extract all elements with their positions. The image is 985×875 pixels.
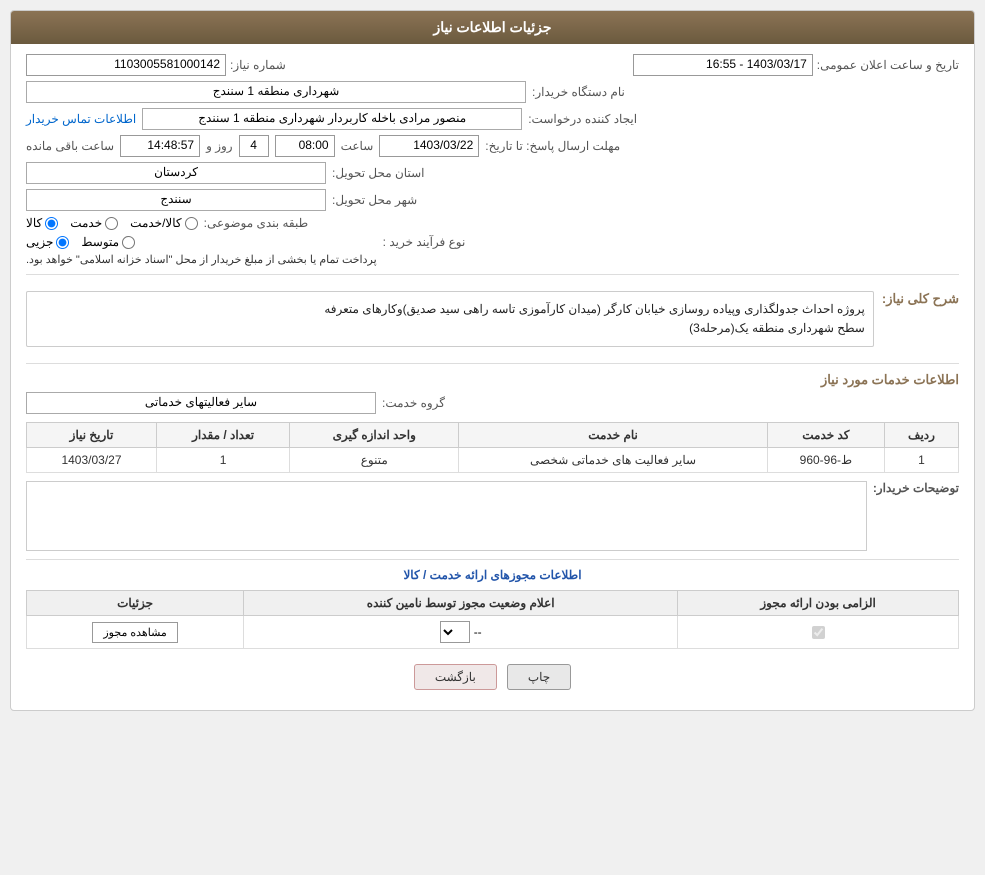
shahr-label: شهر محل تحویل: [332, 193, 417, 207]
majoz-elam-value: -- [474, 625, 482, 639]
grohe-khadamat-label: گروه خدمت: [382, 396, 445, 410]
farayand-jozi[interactable]: جزیی [26, 235, 69, 249]
table-row: 1 ط-96-960 سایر فعالیت های خدماتی شخصی م… [27, 448, 959, 473]
mohlat-roz: 4 [239, 135, 269, 157]
tawzih-label: توضیحات خریدار: [873, 481, 959, 495]
col-vahed: واحد اندازه گیری [290, 423, 459, 448]
col-kod: کد خدمت [767, 423, 884, 448]
shomare-niaz-label: شماره نیاز: [230, 58, 286, 72]
back-button[interactable]: بازگشت [414, 664, 497, 690]
majoz-elam-select[interactable]: ∨ [440, 621, 470, 643]
sharh-title: شرح کلی نیاز: [882, 291, 959, 307]
mohlat-mande: 14:48:57 [120, 135, 200, 157]
majoz-row: -- ∨ مشاهده مجوز [27, 616, 959, 649]
majoz-elzami-cell [678, 616, 959, 649]
taarikh-elaan-value: 1403/03/17 - 16:55 [633, 54, 813, 76]
tasnif-kala-khadamat[interactable]: کالا/خدمت [130, 216, 197, 230]
tamas-khardar-link[interactable]: اطلاعات تماس خریدار [26, 112, 136, 126]
cell-vahed: متنوع [290, 448, 459, 473]
col-naam: نام خدمت [459, 423, 768, 448]
tasnif-kala-khadamat-radio[interactable] [185, 217, 198, 230]
majoz-col-elam: اعلام وضعیت مجوز توسط نامین کننده [244, 591, 678, 616]
nam-dastgah-label: نام دستگاه خریدار: [532, 85, 625, 99]
mohlat-saat: 08:00 [275, 135, 335, 157]
mohlat-mande-label: ساعت باقی مانده [26, 139, 114, 153]
ostan-label: استان محل تحویل: [332, 166, 424, 180]
col-tarikh: تاریخ نیاز [27, 423, 157, 448]
majoz-table: الزامی بودن ارائه مجوز اعلام وضعیت مجوز … [26, 590, 959, 649]
tasnif-kala[interactable]: کالا [26, 216, 58, 230]
majoz-elzami-checkbox [812, 626, 825, 639]
majoz-title: اطلاعات مجوزهای ارائه خدمت / کالا [26, 568, 959, 582]
tasnif-khadamat-radio[interactable] [105, 217, 118, 230]
tasnif-label: طبقه بندی موضوعی: [204, 216, 309, 230]
button-row: چاپ بازگشت [26, 664, 959, 690]
taarikh-elaan-label: تاریخ و ساعت اعلان عمومی: [817, 58, 959, 72]
tasnif-khadamat[interactable]: خدمت [70, 216, 118, 230]
majoz-elam-cell: -- ∨ [244, 616, 678, 649]
shahr-value: سنندج [26, 189, 326, 211]
print-button[interactable]: چاپ [507, 664, 571, 690]
grohe-khadamat-value: سایر فعالیتهای خدماتی [26, 392, 376, 414]
farayand-mottavasset-radio[interactable] [122, 236, 135, 249]
khadamat-table-section: ردیف کد خدمت نام خدمت واحد اندازه گیری ت… [26, 422, 959, 473]
sharh-text-line2: سطح شهرداری منطقه یک(مرحله3) [35, 319, 865, 338]
cell-naam: سایر فعالیت های خدماتی شخصی [459, 448, 768, 473]
majoz-table-section: الزامی بودن ارائه مجوز اعلام وضعیت مجوز … [26, 590, 959, 649]
col-tedad: تعداد / مقدار [156, 423, 289, 448]
farayand-label: نوع فرآیند خرید : [383, 235, 466, 249]
tasnif-kala-radio[interactable] [45, 217, 58, 230]
tasnif-khadamat-label: خدمت [70, 216, 102, 230]
majoz-joziyat-cell: مشاهده مجوز [27, 616, 244, 649]
page-title: جزئیات اطلاعات نیاز [11, 11, 974, 44]
farayand-note: پرداخت تمام یا بخشی از مبلغ خریدار از مح… [26, 253, 377, 266]
nam-dastgah-value: شهرداری منطقه 1 سنندج [26, 81, 526, 103]
khadamat-table: ردیف کد خدمت نام خدمت واحد اندازه گیری ت… [26, 422, 959, 473]
mohlat-roz-label: روز و [206, 139, 233, 153]
farayand-mottavasset-label: متوسط [81, 235, 119, 249]
tasnif-kala-label: کالا [26, 216, 42, 230]
ijad-konande-value: منصور مرادی باخله کاربردار شهرداری منطقه… [142, 108, 522, 130]
cell-tedad: 1 [156, 448, 289, 473]
col-radif: ردیف [884, 423, 958, 448]
view-majoz-button[interactable]: مشاهده مجوز [92, 622, 177, 643]
mohlat-label: مهلت ارسال پاسخ: تا تاریخ: [485, 139, 620, 153]
shomare-niaz-value: 1103005581000142 [26, 54, 226, 76]
ostan-value: کردستان [26, 162, 326, 184]
majoz-col-joziyat: جزئیات [27, 591, 244, 616]
farayand-radio-group: متوسط جزیی [26, 235, 135, 249]
cell-radif: 1 [884, 448, 958, 473]
farayand-jozi-radio[interactable] [56, 236, 69, 249]
tasnif-radio-group: کالا/خدمت خدمت کالا [26, 216, 198, 230]
khadamat-title: اطلاعات خدمات مورد نیاز [26, 372, 959, 388]
cell-tarikh: 1403/03/27 [27, 448, 157, 473]
ijad-konande-label: ایجاد کننده درخواست: [528, 112, 637, 126]
mohlat-date: 1403/03/22 [379, 135, 479, 157]
sharh-text-line1: پروژه احداث جدولگذاری وپیاده روسازی خیاب… [35, 300, 865, 319]
mohlat-saat-label: ساعت [341, 139, 374, 153]
cell-kod: ط-96-960 [767, 448, 884, 473]
tawzih-textarea[interactable] [26, 481, 867, 551]
farayand-mottavasset[interactable]: متوسط [81, 235, 135, 249]
tasnif-kala-khadamat-label: کالا/خدمت [130, 216, 181, 230]
farayand-jozi-label: جزیی [26, 235, 53, 249]
majoz-col-elzami: الزامی بودن ارائه مجوز [678, 591, 959, 616]
